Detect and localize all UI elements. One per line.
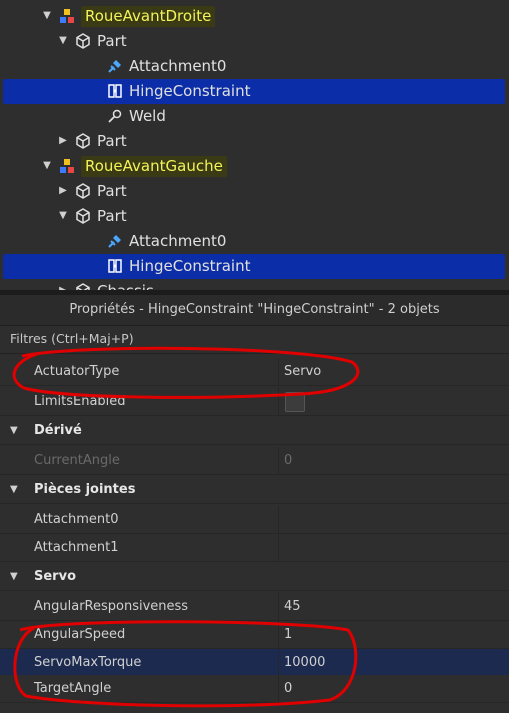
column-divider[interactable] [278, 534, 279, 561]
property-row[interactable]: AngularSpeed 1 [0, 621, 509, 649]
limits-enabled-checkbox[interactable] [285, 392, 305, 412]
chevron-down-icon[interactable]: ▼ [10, 484, 18, 495]
tree-item-selected[interactable]: HingeConstraint [3, 79, 505, 104]
explorer-tree: ▼ RoueAvantDroite ▼ Part Attachment0 HingeCon… [0, 0, 509, 290]
hinge-constraint-icon [107, 258, 123, 274]
tree-item[interactable]: ▼ Part [0, 29, 509, 54]
part-cube-icon [75, 283, 91, 290]
tree-item-label: Part [97, 182, 127, 200]
property-value[interactable]: 0 [284, 453, 292, 468]
tree-item[interactable]: ▶ Part [0, 179, 509, 204]
column-divider[interactable] [278, 649, 279, 676]
tree-item[interactable]: ▶Chassis [0, 279, 509, 290]
property-row[interactable]: AngularResponsiveness 45 [0, 593, 509, 621]
property-row[interactable]: LimitsEnabled [0, 388, 509, 416]
tree-item-label: Weld [129, 107, 166, 125]
section-header[interactable]: ▼ Servo [0, 563, 509, 591]
chevron-down-icon[interactable]: ▼ [10, 571, 18, 582]
model-icon [59, 8, 75, 24]
section-title: Pièces jointes [34, 482, 136, 497]
chevron-right-icon[interactable]: ▶ [56, 184, 70, 198]
chevron-down-icon[interactable]: ▼ [40, 9, 54, 23]
section-header[interactable]: ▼ Dérivé [0, 417, 509, 445]
property-name: ActuatorType [34, 364, 120, 379]
property-row[interactable]: CurrentAngle 0 [0, 447, 509, 475]
hinge-constraint-icon [107, 83, 123, 99]
tree-item-label: RoueAvantGauche [81, 156, 227, 177]
property-name: LimitsEnabled [34, 394, 126, 409]
tree-item-label: Part [97, 32, 127, 50]
property-row[interactable]: Attachment0 [0, 506, 509, 534]
column-divider[interactable] [278, 388, 279, 415]
property-value[interactable]: 1 [284, 627, 292, 642]
part-cube-icon [75, 133, 91, 149]
attachment-plug-icon [107, 58, 123, 74]
properties-title: Propriétés - HingeConstraint "HingeConst… [69, 302, 440, 317]
section-title: Dérivé [34, 423, 82, 438]
column-divider[interactable] [278, 675, 279, 702]
column-divider[interactable] [278, 621, 279, 648]
tree-item-selected[interactable]: HingeConstraint [3, 254, 505, 279]
column-divider[interactable] [278, 593, 279, 620]
tree-item[interactable]: ▼ RoueAvantDroite [0, 4, 509, 29]
chevron-down-icon[interactable]: ▼ [56, 209, 70, 223]
tree-item[interactable]: Weld [0, 104, 509, 129]
section-header[interactable]: ▼ Pièces jointes [0, 476, 509, 504]
property-value[interactable]: 0 [284, 681, 292, 696]
property-value[interactable]: 45 [284, 599, 301, 614]
part-cube-icon [75, 33, 91, 49]
tree-item[interactable]: ▼ RoueAvantGauche [0, 154, 509, 179]
property-name: Attachment1 [34, 540, 119, 555]
section-title: Servo [34, 569, 76, 584]
property-value[interactable]: 10000 [284, 655, 325, 670]
tree-item-label: Part [97, 132, 127, 150]
tree-item[interactable]: Attachment0 [0, 229, 509, 254]
tree-item-label: RoueAvantDroite [81, 6, 216, 27]
model-icon [59, 158, 75, 174]
weld-icon [107, 108, 123, 124]
column-divider[interactable] [278, 358, 279, 385]
property-row[interactable]: ActuatorType Servo [0, 358, 509, 386]
chevron-down-icon[interactable]: ▼ [40, 159, 54, 173]
part-cube-icon [75, 183, 91, 199]
property-name: AngularSpeed [34, 627, 126, 642]
tree-item-label: Chassis [97, 282, 154, 290]
part-cube-icon [75, 208, 91, 224]
tree-item-label: Attachment0 [129, 232, 227, 250]
chevron-down-icon[interactable]: ▼ [10, 425, 18, 436]
property-row[interactable]: TargetAngle 0 [0, 675, 509, 703]
property-name: AngularResponsiveness [34, 599, 189, 614]
tree-item[interactable]: Attachment0 [0, 54, 509, 79]
column-divider[interactable] [278, 506, 279, 533]
tree-item-label: Attachment0 [129, 57, 227, 75]
property-row[interactable]: ServoMaxTorque 10000 [0, 649, 509, 677]
tree-item[interactable]: ▼ Part [0, 204, 509, 229]
filter-placeholder: Filtres (Ctrl+Maj+P) [10, 331, 134, 346]
chevron-right-icon[interactable]: ▶ [56, 134, 70, 148]
tree-item-label: Part [97, 207, 127, 225]
chevron-down-icon[interactable]: ▼ [56, 34, 70, 48]
properties-header: Propriétés - HingeConstraint "HingeConst… [0, 295, 509, 326]
property-name: Attachment0 [34, 512, 119, 527]
tree-item-label: HingeConstraint [129, 82, 251, 100]
property-value[interactable]: Servo [284, 364, 321, 379]
property-name: CurrentAngle [34, 453, 120, 468]
property-name: ServoMaxTorque [34, 655, 142, 670]
property-row[interactable]: Attachment1 [0, 534, 509, 562]
attachment-plug-icon [107, 233, 123, 249]
filter-input[interactable]: Filtres (Ctrl+Maj+P) [0, 326, 509, 354]
column-divider[interactable] [278, 447, 279, 474]
property-name: TargetAngle [34, 681, 112, 696]
tree-item-label: HingeConstraint [129, 257, 251, 275]
tree-item[interactable]: ▶ Part [0, 129, 509, 154]
